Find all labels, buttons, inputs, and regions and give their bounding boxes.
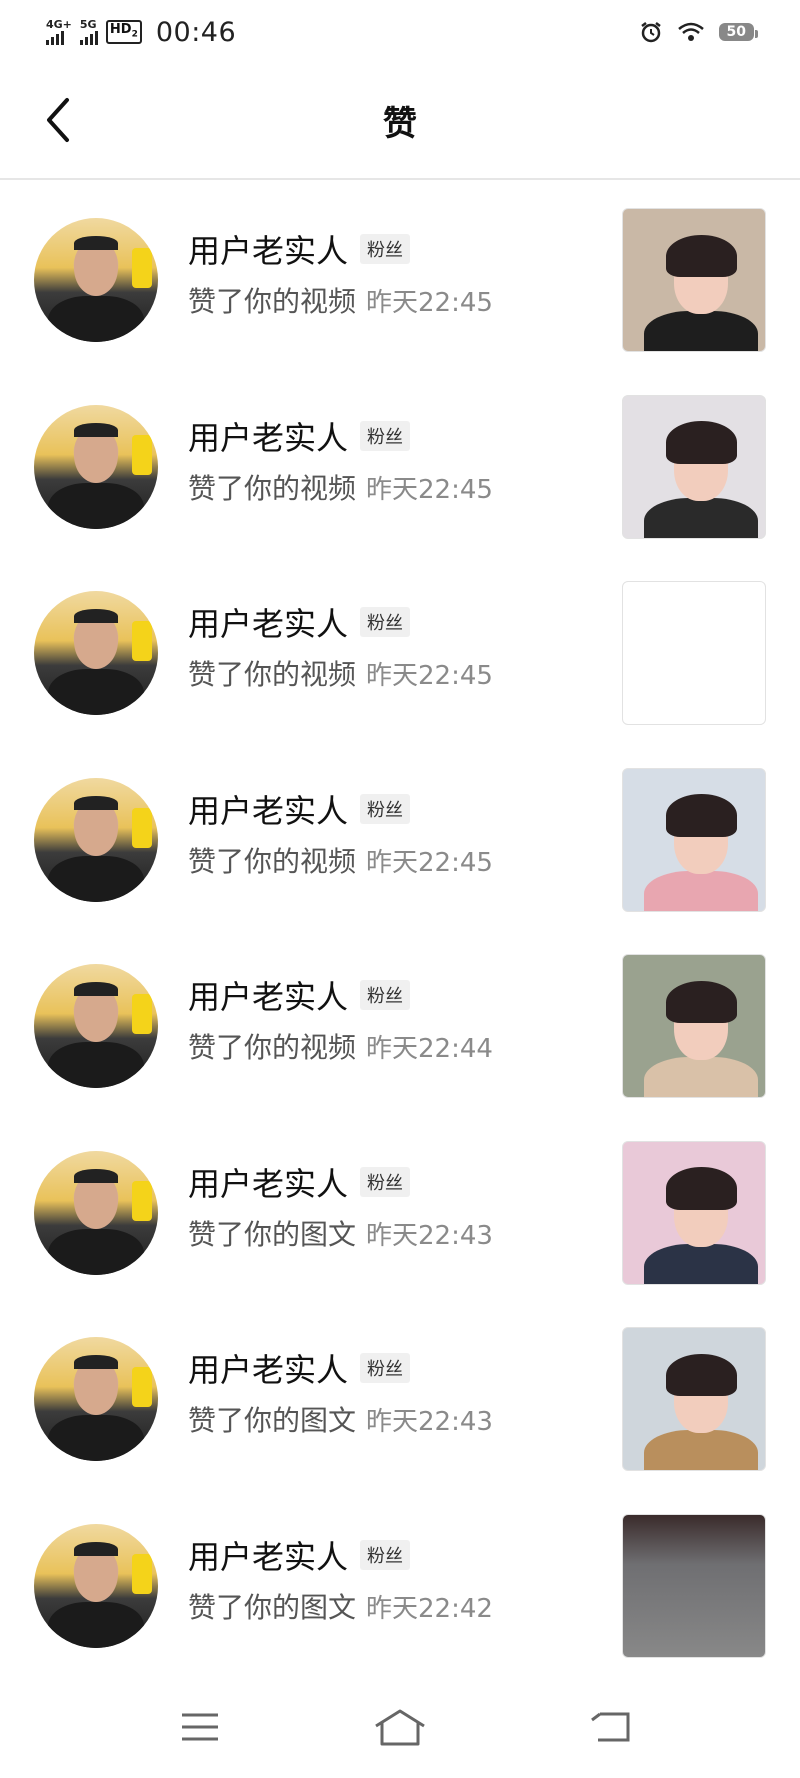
wifi-icon: [677, 22, 704, 41]
status-bar: 4G+ 5G HD2 00:46 50: [0, 0, 800, 64]
hd-icon: HD2: [105, 19, 142, 45]
activity-line: 赞了你的视频 昨天22:45: [188, 280, 493, 320]
user-name[interactable]: 用户老实人: [188, 972, 348, 1018]
name-line: 用户老实人 粉丝: [188, 1159, 411, 1205]
user-name[interactable]: 用户老实人: [188, 226, 348, 272]
activity-line: 赞了你的视频 昨天22:45: [188, 467, 493, 507]
content-thumbnail[interactable]: [622, 1140, 766, 1285]
avatar[interactable]: [34, 1337, 158, 1461]
content-thumbnail[interactable]: [622, 954, 766, 1098]
avatar[interactable]: [34, 964, 158, 1088]
timestamp: 昨天22:43: [366, 1220, 493, 1251]
signal-bars-icon: [46, 31, 64, 45]
user-name[interactable]: 用户老实人: [188, 413, 348, 459]
home-icon: [375, 1709, 425, 1746]
status-left: 4G+ 5G HD2 00:46: [46, 14, 236, 50]
name-line: 用户老实人 粉丝: [188, 1532, 411, 1578]
back-nav-icon: [591, 1712, 630, 1742]
fan-badge: 粉丝: [360, 420, 411, 451]
hd-sub: 2: [131, 29, 138, 40]
list-item[interactable]: 用户老实人 粉丝 赞了你的视频 昨天22:45: [0, 553, 800, 740]
battery-level: 50: [726, 24, 746, 40]
status-time: 00:46: [155, 16, 237, 48]
timestamp: 昨天22:45: [366, 474, 493, 505]
timestamp: 昨天22:45: [366, 847, 493, 878]
activity-line: 赞了你的图文 昨天22:43: [188, 1399, 493, 1439]
activity-line: 赞了你的视频 昨天22:44: [188, 1026, 493, 1066]
activity-line: 赞了你的图文 昨天22:42: [188, 1586, 493, 1626]
hd-label: HD: [109, 21, 132, 37]
timestamp: 昨天22:44: [366, 1034, 493, 1064]
user-name[interactable]: 用户老实人: [188, 786, 348, 832]
fan-badge: 粉丝: [360, 1353, 411, 1383]
avatar[interactable]: [34, 777, 158, 902]
list-item[interactable]: 用户老实人 粉丝 赞了你的图文 昨天22:43: [0, 1113, 800, 1300]
activity-line: 赞了你的图文 昨天22:43: [188, 1213, 493, 1253]
back-nav-button[interactable]: [580, 1702, 640, 1752]
page-header: 赞: [0, 64, 800, 180]
user-name[interactable]: 用户老实人: [188, 1159, 348, 1205]
fan-badge: 粉丝: [360, 234, 411, 264]
content-thumbnail[interactable]: [622, 208, 766, 352]
status-right: 50: [639, 18, 759, 46]
page-title: 赞: [383, 104, 417, 144]
menu-button[interactable]: [170, 1702, 230, 1752]
name-line: 用户老实人 粉丝: [188, 786, 411, 832]
fan-badge: 粉丝: [360, 1539, 411, 1570]
home-button[interactable]: [370, 1702, 430, 1752]
user-name[interactable]: 用户老实人: [188, 1532, 348, 1578]
timestamp: 昨天22:43: [366, 1407, 493, 1437]
signal-2: 5G: [79, 18, 98, 45]
avatar[interactable]: [34, 591, 158, 715]
activity-text: 赞了你的图文: [188, 1590, 357, 1624]
timestamp: 昨天22:45: [366, 661, 493, 691]
activity-text: 赞了你的图文: [188, 1404, 357, 1437]
user-name[interactable]: 用户老实人: [188, 1345, 348, 1391]
fan-badge: 粉丝: [360, 980, 411, 1010]
list-item[interactable]: 用户老实人 粉丝 赞了你的视频 昨天22:45: [0, 740, 800, 927]
fan-badge: 粉丝: [360, 1166, 411, 1197]
name-line: 用户老实人 粉丝: [188, 1345, 411, 1391]
name-line: 用户老实人 粉丝: [188, 599, 411, 645]
content-thumbnail[interactable]: [622, 394, 766, 539]
list-item[interactable]: 用户老实人 粉丝 赞了你的视频 昨天22:44: [0, 926, 800, 1113]
list-item[interactable]: 用户老实人 粉丝 赞了你的视频 昨天22:45: [0, 367, 800, 554]
name-line: 用户老实人 粉丝: [188, 413, 411, 459]
network-label-2: 5G: [79, 18, 97, 31]
name-line: 用户老实人 粉丝: [188, 226, 411, 272]
user-name[interactable]: 用户老实人: [188, 599, 348, 645]
name-line: 用户老实人 粉丝: [188, 972, 411, 1018]
activity-text: 赞了你的视频: [188, 658, 357, 691]
activity-text: 赞了你的视频: [188, 285, 357, 318]
menu-icon: [182, 1713, 218, 1741]
activity-text: 赞了你的视频: [188, 844, 357, 878]
battery-icon: 50: [718, 23, 759, 41]
avatar[interactable]: [34, 1150, 158, 1275]
content-thumbnail[interactable]: [622, 581, 766, 725]
content-thumbnail[interactable]: [622, 1513, 766, 1658]
alarm-icon: [640, 22, 661, 43]
likes-list: 用户老实人 粉丝 赞了你的视频 昨天22:45 用户老实人 粉丝 赞了你的视频 …: [0, 180, 800, 1672]
list-item[interactable]: 用户老实人 粉丝 赞了你的视频 昨天22:45: [0, 180, 800, 367]
activity-line: 赞了你的视频 昨天22:45: [188, 840, 493, 880]
avatar[interactable]: [34, 1523, 158, 1648]
signal-bars-icon: [79, 31, 98, 45]
activity-text: 赞了你的视频: [188, 1031, 357, 1064]
avatar[interactable]: [34, 218, 158, 342]
activity-text: 赞了你的图文: [188, 1217, 357, 1251]
content-thumbnail[interactable]: [622, 767, 766, 912]
fan-badge: 粉丝: [360, 793, 411, 824]
system-nav-bar: [0, 1680, 800, 1778]
avatar[interactable]: [34, 404, 158, 529]
activity-text: 赞了你的视频: [188, 471, 357, 505]
fan-badge: 粉丝: [360, 607, 411, 637]
list-item[interactable]: 用户老实人 粉丝 赞了你的图文 昨天22:43: [0, 1299, 800, 1486]
content-thumbnail[interactable]: [622, 1327, 766, 1471]
timestamp: 昨天22:45: [366, 288, 493, 318]
timestamp: 昨天22:42: [366, 1593, 493, 1624]
network-label-1: 4G+: [46, 18, 72, 31]
signal-1: 4G+: [46, 19, 72, 45]
list-item[interactable]: 用户老实人 粉丝 赞了你的图文 昨天22:42: [0, 1486, 800, 1673]
activity-line: 赞了你的视频 昨天22:45: [188, 653, 493, 693]
